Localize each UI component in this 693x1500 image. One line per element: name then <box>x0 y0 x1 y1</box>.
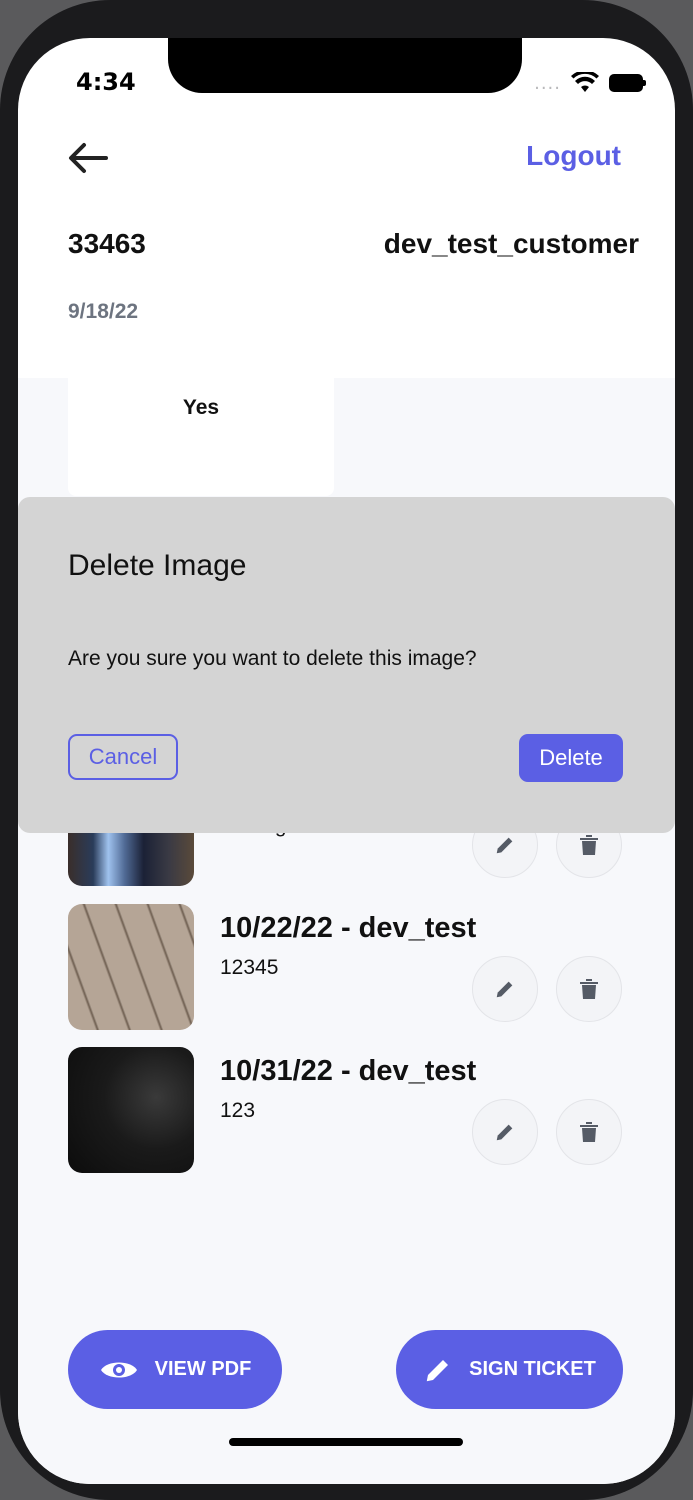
image-note: 123 <box>220 1099 256 1122</box>
back-arrow-icon[interactable] <box>64 134 112 182</box>
delete-image-dialog: Delete Image Are you sure you want to de… <box>18 497 675 833</box>
logout-button[interactable]: Logout <box>526 140 621 172</box>
ticket-number: 33463 <box>68 228 146 259</box>
image-list-item: 10/31/22 - dev_test 123 <box>68 1047 628 1175</box>
pencil-icon <box>496 981 513 998</box>
app-screen: 4:34 .... Logout 33463 dev_test_customer… <box>18 38 675 1484</box>
dialog-message: Are you sure you want to delete this ima… <box>68 647 477 670</box>
trash-icon <box>580 1122 598 1142</box>
image-thumbnail[interactable] <box>68 904 194 1030</box>
image-list-item: 10/22/22 - dev_test 12345 <box>68 904 628 1032</box>
sign-ticket-button[interactable]: SIGN TICKET <box>396 1330 623 1409</box>
view-pdf-button[interactable]: VIEW PDF <box>68 1330 282 1409</box>
pencil-icon <box>496 1124 513 1141</box>
status-time: 4:34 <box>76 68 136 96</box>
wifi-icon <box>571 72 599 92</box>
signal-dots: .... <box>534 72 561 94</box>
delete-button[interactable]: Delete <box>519 734 623 782</box>
trash-icon <box>580 979 598 999</box>
delete-image-button[interactable] <box>556 1099 622 1165</box>
dialog-title: Delete Image <box>68 549 247 582</box>
answer-value: Yes <box>182 396 220 419</box>
image-title: 10/22/22 - dev_test <box>220 912 477 944</box>
image-note: 12345 <box>220 956 279 979</box>
pencil-icon <box>426 1359 449 1381</box>
battery-icon <box>609 74 646 92</box>
device-frame: 4:34 .... Logout 33463 dev_test_customer… <box>0 0 693 1500</box>
home-indicator <box>229 1438 463 1446</box>
image-title: 10/31/22 - dev_test <box>220 1055 477 1087</box>
edit-image-button[interactable] <box>472 1099 538 1165</box>
eye-icon <box>100 1362 137 1377</box>
customer-name: dev_test_customer <box>383 228 639 259</box>
status-icons: .... <box>534 72 646 94</box>
image-thumbnail[interactable] <box>68 1047 194 1173</box>
trash-icon <box>580 835 598 855</box>
ticket-date: 9/18/22 <box>68 300 139 323</box>
edit-image-button[interactable] <box>472 956 538 1022</box>
device-notch <box>168 38 522 93</box>
cancel-button[interactable]: Cancel <box>68 734 178 780</box>
view-pdf-label: VIEW PDF <box>154 1358 252 1380</box>
answer-card: Yes <box>68 378 334 496</box>
sign-ticket-label: SIGN TICKET <box>469 1358 596 1380</box>
delete-image-button[interactable] <box>556 956 622 1022</box>
pencil-icon <box>496 837 513 854</box>
